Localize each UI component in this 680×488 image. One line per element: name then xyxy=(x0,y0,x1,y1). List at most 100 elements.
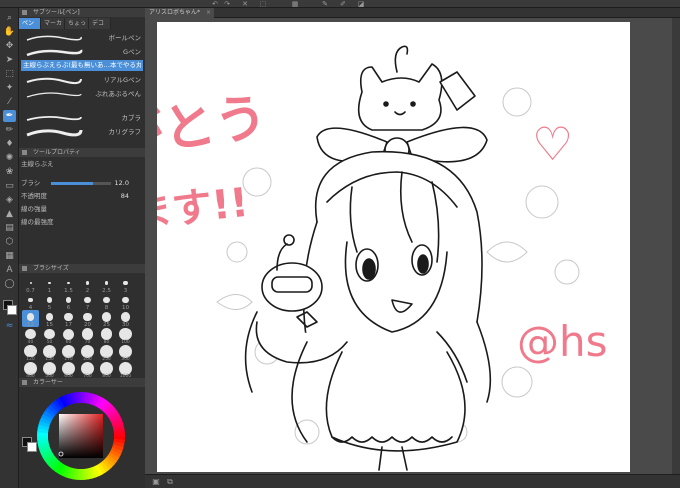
brush-size-option[interactable]: 25 xyxy=(98,310,115,328)
frame-tool-icon[interactable]: ▦ xyxy=(3,250,16,262)
tab-chotto[interactable]: ちょっ xyxy=(65,18,89,29)
brush-size-option[interactable]: 0.7 xyxy=(22,276,39,294)
fill-mode-icon[interactable]: ◪ xyxy=(356,0,366,8)
brush-size-dot xyxy=(67,281,70,285)
brush-size-dot xyxy=(85,281,90,285)
brush-size-option[interactable]: 1000 xyxy=(117,361,134,379)
hand-tool-icon[interactable]: ✋ xyxy=(3,26,16,38)
navigator-icon[interactable]: ▣ xyxy=(151,477,161,487)
brush-size-label: 1000 xyxy=(119,374,132,379)
transparent-color-icon[interactable]: ≈ xyxy=(3,320,16,332)
brush-size-option[interactable]: 2.5 xyxy=(98,276,115,294)
subtool-tabs: ペン マーカ ちょっ デコ xyxy=(19,18,145,29)
color-sub-swatch[interactable] xyxy=(27,442,37,452)
brush-size-option[interactable]: 400 xyxy=(22,361,39,379)
brush-item-bureaburu[interactable]: ぶれあぶるぺん xyxy=(21,88,143,101)
brush-size-option[interactable]: 2 xyxy=(79,276,96,294)
balloon-tool-icon[interactable]: ◯ xyxy=(3,278,16,290)
brush-size-option[interactable]: 6 xyxy=(60,293,77,311)
line-max-strength-row[interactable]: 線の最強度 xyxy=(21,217,143,227)
brush-item-gpen[interactable]: Gペン xyxy=(21,46,143,59)
blend-tool-icon[interactable]: ◈ xyxy=(3,194,16,206)
drawing-canvas[interactable]: ありがとう ござります!! ♡ @hs xyxy=(157,22,630,472)
document-tab[interactable]: アリスロボちゃん* × xyxy=(145,8,215,18)
brush-size-option[interactable]: 60 xyxy=(60,327,77,345)
eraser-tool-icon[interactable]: ▭ xyxy=(3,180,16,192)
brush-size-option[interactable]: 10 xyxy=(117,293,134,311)
layer-toggle-icon[interactable]: ⧉ xyxy=(165,477,175,487)
brush-size-option[interactable]: 170 xyxy=(60,344,77,362)
brush-tool-icon[interactable]: ♦ xyxy=(3,138,16,150)
brush-item-calligraphy[interactable]: カリグラフ xyxy=(21,126,143,139)
brush-size-option[interactable]: 8 xyxy=(98,293,115,311)
move-tool-icon[interactable]: ✥ xyxy=(3,40,16,52)
tab-marker[interactable]: マーカ xyxy=(41,18,65,29)
brush-size-option[interactable]: 30 xyxy=(117,310,134,328)
brush-size-option[interactable]: 40 xyxy=(22,327,39,345)
clear-icon[interactable]: ✕ xyxy=(240,0,250,8)
brush-size-option[interactable]: 600 xyxy=(60,361,77,379)
pen-mode-icon[interactable]: ✎ xyxy=(320,0,330,8)
brush-size-option[interactable]: 12 xyxy=(22,310,39,328)
panel-menu-icon[interactable] xyxy=(22,380,27,385)
close-tab-icon[interactable]: × xyxy=(206,8,211,18)
color-wheel[interactable] xyxy=(31,390,131,482)
brush-size-option[interactable]: 1 xyxy=(41,276,58,294)
brush-item-kabura[interactable]: カブラ xyxy=(21,112,143,125)
brush-size-option[interactable]: 120 xyxy=(22,344,39,362)
eyedropper-icon[interactable]: ⁄ xyxy=(3,96,16,108)
text-tool-icon[interactable]: A xyxy=(3,264,16,276)
vertical-scrollbar[interactable] xyxy=(672,18,680,474)
pencil-tool-icon[interactable]: ✏ xyxy=(3,124,16,136)
brush-size-option[interactable]: 5 xyxy=(41,293,58,311)
brush-size-dot xyxy=(119,327,132,341)
brush-size-option[interactable]: 7 xyxy=(79,293,96,311)
brush-size-option[interactable]: 250 xyxy=(98,344,115,362)
fill-tool-icon[interactable]: ▲ xyxy=(3,208,16,220)
brush-item-main-line[interactable]: 主線らぶえらぶ(最も無いあ…本でやる丸けいのブラシ) xyxy=(21,60,143,71)
brush-size-option[interactable]: 70 xyxy=(79,327,96,345)
auto-select-icon[interactable]: ✦ xyxy=(3,82,16,94)
brush-size-option[interactable]: 100 xyxy=(117,327,134,345)
brush-size-slider[interactable] xyxy=(51,182,111,185)
brush-size-option[interactable]: 800 xyxy=(98,361,115,379)
operation-tool-icon[interactable]: ➤ xyxy=(3,54,16,66)
redo-icon[interactable]: ↷ xyxy=(222,0,232,8)
brush-mode-icon[interactable]: ✐ xyxy=(338,0,348,8)
brush-size-option[interactable]: 50 xyxy=(41,327,58,345)
airbrush-tool-icon[interactable]: ✺ xyxy=(3,152,16,164)
line-strength-row[interactable]: 線の強量 xyxy=(21,204,143,214)
undo-icon[interactable]: ↶ xyxy=(210,0,220,8)
transform-icon[interactable]: ⬚ xyxy=(258,0,268,8)
sub-color-swatch[interactable] xyxy=(7,305,17,315)
figure-tool-icon[interactable]: ⬡ xyxy=(3,236,16,248)
brush-size-option[interactable]: 150 xyxy=(41,344,58,362)
brush-size-option[interactable]: 3 xyxy=(117,276,134,294)
canvas-area: アリスロボちゃん* × ありがとう ござります!! ♡ @hs ▣ ⧉ xyxy=(145,8,680,488)
zoom-tool-icon[interactable]: ⌕ xyxy=(3,12,16,24)
brush-size-option[interactable]: 20 xyxy=(79,310,96,328)
brush-size-option[interactable]: 15 xyxy=(41,310,58,328)
gradient-tool-icon[interactable]: ▤ xyxy=(3,222,16,234)
brush-size-option[interactable]: 500 xyxy=(41,361,58,379)
pen-tool-icon[interactable]: ✒ xyxy=(3,110,16,122)
select-icon[interactable]: ▦ xyxy=(290,0,300,8)
panel-menu-icon[interactable] xyxy=(22,150,27,155)
tab-pen[interactable]: ペン xyxy=(19,18,41,29)
brush-size-option[interactable]: 80 xyxy=(98,327,115,345)
brush-item-real-gpen[interactable]: リアルGペン xyxy=(21,74,143,87)
opacity-row[interactable]: 不透明度 84 xyxy=(21,191,143,201)
panel-menu-icon[interactable] xyxy=(22,266,27,271)
brush-size-option[interactable]: 1.5 xyxy=(60,276,77,294)
brush-size-option[interactable]: 200 xyxy=(79,344,96,362)
brush-size-option[interactable]: 700 xyxy=(79,361,96,379)
brush-item-ballpen[interactable]: ボールペン xyxy=(21,32,143,45)
brush-size-option[interactable]: 17 xyxy=(60,310,77,328)
panel-menu-icon[interactable] xyxy=(22,10,27,15)
tab-deco[interactable]: デコ xyxy=(89,18,111,29)
brush-size-option[interactable]: 4 xyxy=(22,293,39,311)
decoration-tool-icon[interactable]: ❀ xyxy=(3,166,16,178)
brush-size-option[interactable]: 300 xyxy=(117,344,134,362)
brush-size-row[interactable]: ブラシ 12.0 xyxy=(21,178,143,188)
selection-tool-icon[interactable]: ⬚ xyxy=(3,68,16,80)
